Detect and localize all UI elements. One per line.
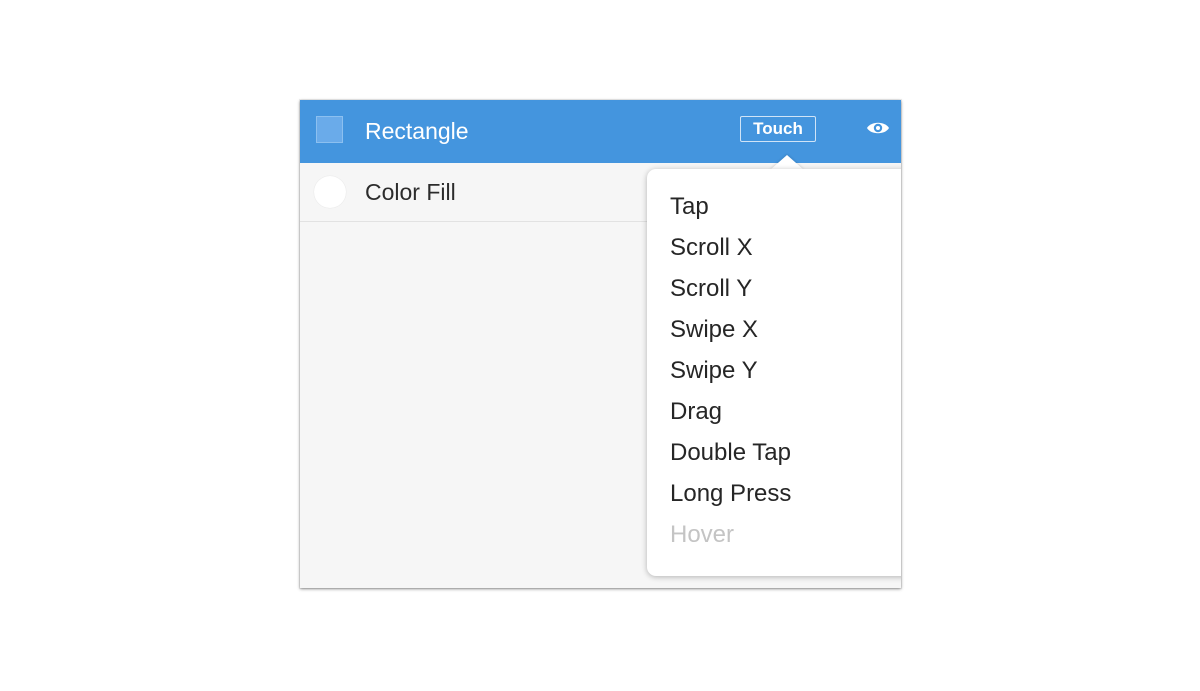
- layer-name-rectangle: Rectangle: [365, 118, 469, 144]
- menu-item-double-tap[interactable]: Double Tap: [670, 435, 791, 476]
- touch-trigger-button[interactable]: Touch: [740, 116, 816, 142]
- menu-item-scroll-x[interactable]: Scroll X: [670, 230, 791, 271]
- menu-item-swipe-y[interactable]: Swipe Y: [670, 353, 791, 394]
- menu-item-drag[interactable]: Drag: [670, 394, 791, 435]
- menu-item-hover: Hover: [670, 521, 735, 548]
- trigger-menu-list: Tap Scroll X Scroll Y Swipe X Swipe Y Dr…: [670, 189, 791, 558]
- rectangle-icon: [316, 116, 343, 143]
- eye-icon[interactable]: [865, 117, 891, 139]
- layer-name-color-fill: Color Fill: [365, 179, 456, 205]
- menu-item-scroll-y[interactable]: Scroll Y: [670, 271, 791, 312]
- color-swatch-icon: [314, 176, 346, 208]
- menu-item-long-press[interactable]: Long Press: [670, 476, 791, 517]
- touch-trigger-menu: Tap Scroll X Scroll Y Swipe X Swipe Y Dr…: [647, 169, 901, 576]
- popover-arrow: [770, 155, 804, 170]
- menu-item-swipe-x[interactable]: Swipe X: [670, 312, 791, 353]
- layer-row-rectangle[interactable]: Rectangle Touch: [300, 100, 901, 163]
- layers-panel: Rectangle Touch Color Fill Tap Scroll X …: [300, 100, 901, 588]
- menu-item-tap[interactable]: Tap: [670, 189, 791, 230]
